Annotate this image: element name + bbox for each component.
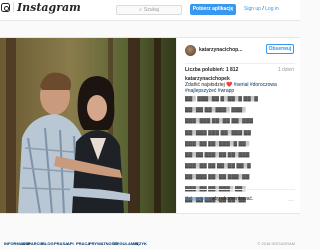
post-sidebar: katarzynacichop... Obserwuj Liczba polub…	[176, 38, 300, 213]
login-link[interactable]: Log in	[265, 6, 279, 12]
footer-link-api[interactable]: API	[67, 241, 74, 246]
avatar[interactable]	[185, 45, 196, 56]
comment-line: ▓▓▒▓▓ ▓▓▓▒▓▓ ▓▓▒▓▓▓	[185, 151, 250, 158]
signup-link[interactable]: Sign up	[244, 6, 261, 12]
post-photo[interactable]	[0, 38, 176, 213]
footer-link-privacy[interactable]: PRYWATNOŚĆ	[89, 241, 117, 246]
photo-illustration	[0, 38, 176, 213]
login-to-comment-link[interactable]: Zaloguj się,	[185, 196, 211, 202]
ellipsis-icon[interactable]: ···	[288, 198, 294, 204]
footer-link-press[interactable]: PRASA	[54, 241, 68, 246]
divider	[185, 63, 295, 64]
comment-line: ▓▓▒▓▓▓ ▓▓▓ ▓▓▒▓▓▓ ▓▓	[185, 129, 251, 136]
footer-link-language[interactable]: JĘZYK	[134, 241, 147, 246]
post-time[interactable]: 1 dzień	[278, 67, 294, 73]
copyright: © 2018 INSTAGRAM	[257, 241, 295, 246]
search-icon: ⌕	[139, 7, 142, 13]
likes-count[interactable]: Liczba polubień: 1 812	[185, 67, 238, 73]
login-prompt-text: aby skomentować.	[210, 196, 254, 202]
follow-button[interactable]: Obserwuj	[266, 44, 294, 54]
get-app-button[interactable]: Pobierz aplikację	[190, 4, 236, 15]
divider	[185, 189, 295, 190]
comment-line: ▓▓▒▓▓ ▓▓▒▓▓▓▒ ▓▓▓▒	[185, 107, 246, 114]
search-input[interactable]: ⌕ Szukaj	[116, 5, 182, 15]
comment-line: ▓▓▓▒▓▓ ▓▓ ▓▓▒▓▓ ▓▓▒▓	[185, 163, 251, 170]
footer: INFORMACJE WSPARCIE BLOG PRASA API PRACA…	[0, 239, 300, 249]
comments-list: ▓▓▒ ▓▓▓▒▓▓ ▓▒▓▓▒▓ ▓▓▒▓ ▓▓▒▓▓ ▓▓▒▓▓▓▒ ▓▓▓…	[185, 96, 297, 208]
post-username[interactable]: katarzynacichop...	[199, 47, 261, 53]
comment-line: ▓▓▒▓▓▓ ▓▓▒▓▓ ▓▓▓▒▓▓	[185, 174, 250, 181]
caption-text: Zdaňić najsłodziej ❤️ #serial #doroczowa…	[185, 82, 297, 94]
camera-icon[interactable]	[1, 3, 10, 12]
login-prompt: Zaloguj się, aby skomentować.	[185, 196, 253, 202]
search-placeholder: Szukaj	[143, 7, 159, 13]
footer-link-blog[interactable]: BLOG	[42, 241, 54, 246]
top-header: Instagram ⌕ Szukaj Pobierz aplikację Sign…	[0, 0, 300, 21]
footer-link-support[interactable]: WSPARCIE	[22, 241, 43, 246]
comment-line: ▓▓▒ ▓▓▓▒▓▓ ▓▒▓▓▒▓ ▓▓▒▓	[185, 96, 258, 102]
auth-links: Sign up / Log in	[244, 6, 279, 12]
comment-line: ▓▓▓▒▓▓ ▓▓▒▓▓▓▒▓ ▓▓▒	[185, 140, 250, 147]
comment-line: ▓▓▓▒▓▓▓ ▓▓▒▓▓ ▓▓▒▓▓▓	[185, 118, 254, 125]
post-card: katarzynacichop... Obserwuj Liczba polub…	[0, 37, 300, 214]
logo-divider	[13, 2, 14, 12]
instagram-logo[interactable]: Instagram	[17, 1, 81, 14]
